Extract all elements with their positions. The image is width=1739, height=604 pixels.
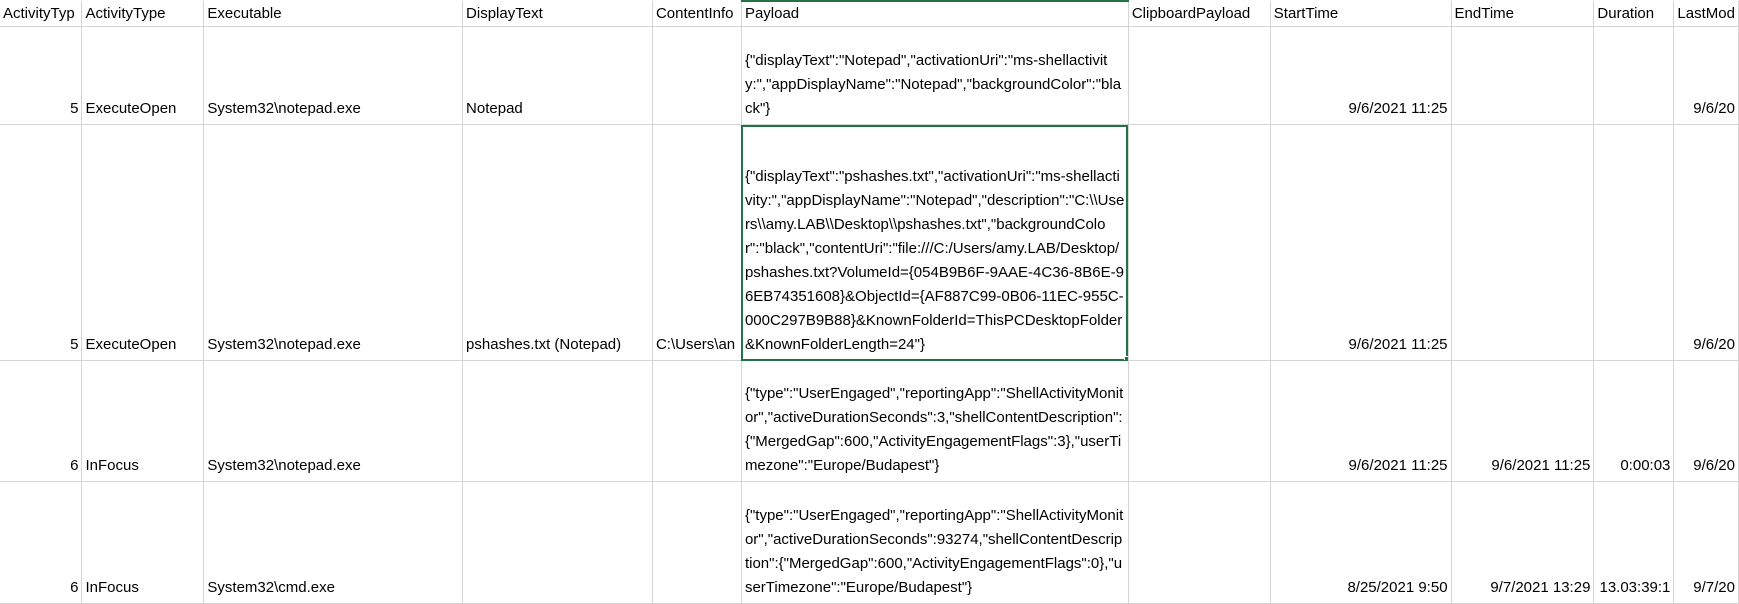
cell-clipboardpayload[interactable] <box>1128 360 1271 482</box>
cell-duration[interactable] <box>1593 124 1675 361</box>
cell-starttime[interactable]: 9/6/2021 11:25 <box>1270 360 1452 482</box>
cell-lastmod[interactable]: 9/6/20 <box>1673 26 1739 125</box>
cell-lastmod[interactable]: 9/7/20 <box>1673 481 1739 604</box>
fill-handle[interactable] <box>1123 356 1128 360</box>
cell-duration[interactable]: 0:00:03 <box>1593 360 1675 482</box>
cell-contentinfo[interactable] <box>652 481 742 604</box>
header-cell-activitytypeid[interactable]: ActivityTyp <box>0 1 83 27</box>
cell-contentinfo[interactable]: C:\Users\an <box>652 124 742 361</box>
cell-duration[interactable] <box>1593 26 1675 125</box>
header-cell-clipboardpayload[interactable]: ClipboardPayload <box>1128 1 1271 27</box>
cell-clipboardpayload[interactable] <box>1128 26 1271 125</box>
cell-displaytext[interactable]: pshashes.txt (Notepad) <box>462 124 653 361</box>
cell-lastmod[interactable]: 9/6/20 <box>1673 124 1739 361</box>
spreadsheet-grid: ActivityTyp ActivityType Executable Disp… <box>0 0 1739 604</box>
table-row: 6 InFocus System32\notepad.exe {"type":"… <box>0 360 1739 482</box>
cell-executable[interactable]: System32\notepad.exe <box>203 124 464 361</box>
cell-activitytypeid[interactable]: 6 <box>0 360 83 482</box>
cell-activitytype[interactable]: InFocus <box>81 481 205 604</box>
cell-executable[interactable]: System32\notepad.exe <box>203 26 464 125</box>
cell-displaytext[interactable] <box>462 360 653 482</box>
cell-activitytypeid[interactable]: 5 <box>0 26 83 125</box>
cell-starttime[interactable]: 9/6/2021 11:25 <box>1270 124 1452 361</box>
header-row: ActivityTyp ActivityType Executable Disp… <box>0 0 1739 27</box>
cell-activitytype[interactable]: ExecuteOpen <box>81 124 205 361</box>
cell-executable[interactable]: System32\notepad.exe <box>203 360 464 482</box>
cell-clipboardpayload[interactable] <box>1128 481 1271 604</box>
header-cell-displaytext[interactable]: DisplayText <box>462 1 653 27</box>
cell-payload-selected[interactable]: {"displayText":"pshashes.txt","activatio… <box>741 124 1129 361</box>
cell-payload[interactable]: {"displayText":"Notepad","activationUri"… <box>741 26 1129 125</box>
table-row: 5 ExecuteOpen System32\notepad.exe Notep… <box>0 26 1739 125</box>
cell-endtime[interactable]: 9/6/2021 11:25 <box>1451 360 1595 482</box>
cell-endtime[interactable]: 9/7/2021 13:29 <box>1451 481 1595 604</box>
cell-duration[interactable]: 13.03:39:1 <box>1593 481 1675 604</box>
cell-endtime[interactable] <box>1451 124 1595 361</box>
table-row: 5 ExecuteOpen System32\notepad.exe pshas… <box>0 124 1739 361</box>
cell-lastmod[interactable]: 9/6/20 <box>1673 360 1739 482</box>
header-cell-duration[interactable]: Duration <box>1593 1 1675 27</box>
cell-payload-text: {"displayText":"pshashes.txt","activatio… <box>744 168 1125 353</box>
cell-executable[interactable]: System32\cmd.exe <box>203 481 464 604</box>
cell-contentinfo[interactable] <box>652 26 742 125</box>
cell-endtime[interactable] <box>1451 26 1595 125</box>
cell-activitytype[interactable]: InFocus <box>81 360 205 482</box>
header-cell-endtime[interactable]: EndTime <box>1451 1 1595 27</box>
cell-starttime[interactable]: 8/25/2021 9:50 <box>1270 481 1452 604</box>
cell-activitytypeid[interactable]: 5 <box>0 124 83 361</box>
header-cell-lastmod[interactable]: LastMod <box>1673 1 1739 27</box>
cell-starttime[interactable]: 9/6/2021 11:25 <box>1270 26 1452 125</box>
header-cell-contentinfo[interactable]: ContentInfo <box>652 1 742 27</box>
header-cell-starttime[interactable]: StartTime <box>1270 1 1452 27</box>
cell-activitytypeid[interactable]: 6 <box>0 481 83 604</box>
cell-clipboardpayload[interactable] <box>1128 124 1271 361</box>
table-row: 6 InFocus System32\cmd.exe {"type":"User… <box>0 481 1739 604</box>
header-cell-executable[interactable]: Executable <box>203 1 464 27</box>
cell-payload[interactable]: {"type":"UserEngaged","reportingApp":"Sh… <box>741 481 1129 604</box>
cell-contentinfo[interactable] <box>652 360 742 482</box>
cell-displaytext[interactable] <box>462 481 653 604</box>
header-cell-activitytype[interactable]: ActivityType <box>81 1 205 27</box>
cell-displaytext[interactable]: Notepad <box>462 26 653 125</box>
cell-activitytype[interactable]: ExecuteOpen <box>81 26 205 125</box>
cell-payload[interactable]: {"type":"UserEngaged","reportingApp":"Sh… <box>741 360 1129 482</box>
header-cell-payload[interactable]: Payload <box>741 0 1129 27</box>
